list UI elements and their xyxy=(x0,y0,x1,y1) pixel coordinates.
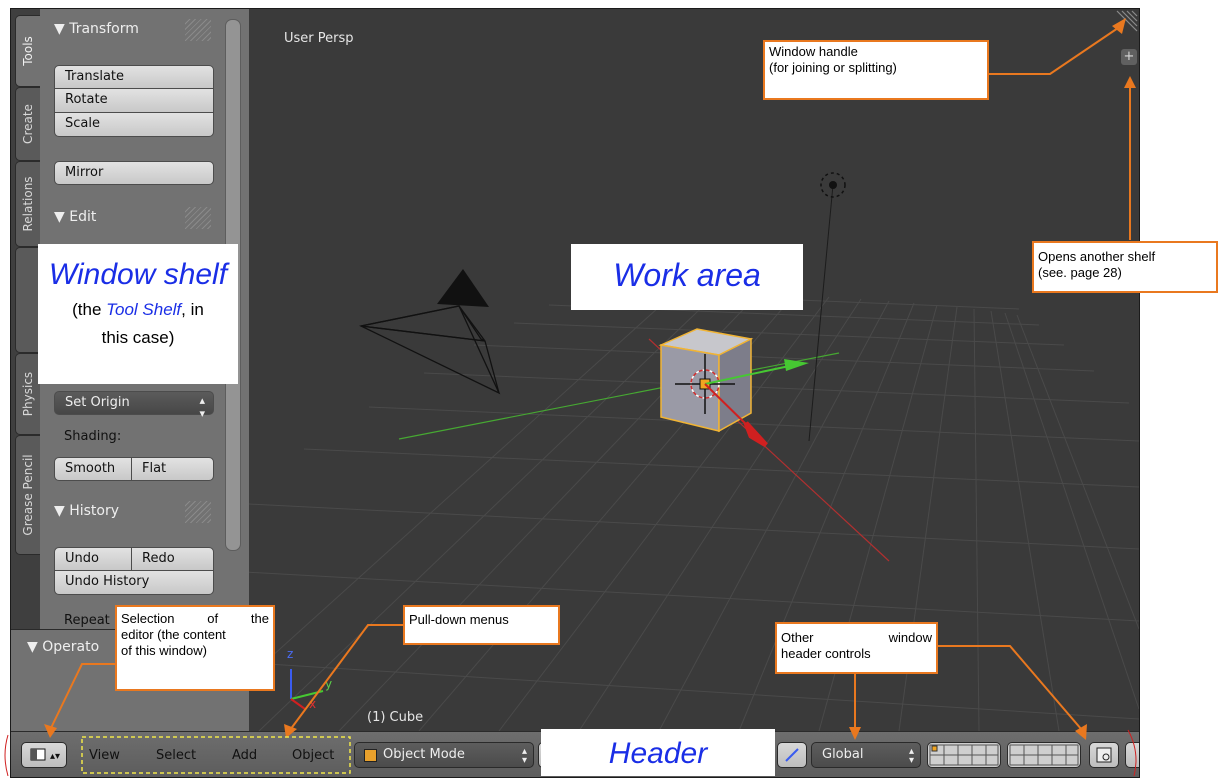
orientation-selector[interactable]: Global ▴ ▾ xyxy=(811,742,921,768)
tab-animation[interactable] xyxy=(15,247,40,353)
window-handle-grip xyxy=(1116,10,1138,32)
lock-layers-icon xyxy=(1096,747,1112,763)
window-handle-callout: Window handle (for joining or splitting) xyxy=(763,40,989,100)
layer-buttons-icon xyxy=(929,744,999,766)
lamp-line xyxy=(808,184,834,442)
set-origin-dropdown[interactable]: Set Origin ▴ ▾ xyxy=(54,391,214,420)
work-area-annotation: Work area xyxy=(571,244,803,310)
menu-select[interactable]: Select xyxy=(156,748,196,763)
manipulator-icon xyxy=(785,748,799,762)
layer-buttons-icon xyxy=(1009,744,1079,766)
y-axis-line xyxy=(398,352,840,440)
active-object-label: (1) Cube xyxy=(367,710,424,725)
editor-type-selector[interactable]: ▴▾ xyxy=(21,742,67,768)
updown-arrows-icon: ▴ ▾ xyxy=(908,746,914,766)
disclosure-triangle-icon: ▼ xyxy=(27,639,43,655)
other-controls-callout: Other window header controls xyxy=(775,622,938,674)
menu-object[interactable]: Object xyxy=(292,748,334,763)
opens-shelf-callout-line2: (see. page 28) xyxy=(1038,265,1122,280)
window-handle-callout-line1: Window handle xyxy=(769,44,858,59)
mode-selector[interactable]: Object Mode ▴ ▾ xyxy=(354,742,534,768)
window-handle-callout-line2: (for joining or splitting) xyxy=(769,60,897,75)
editor-selection-callout: Selection of the editor (the content of … xyxy=(115,605,275,691)
menu-add[interactable]: Add xyxy=(232,748,257,763)
svg-text:▴▾: ▴▾ xyxy=(50,751,60,762)
tab-physics[interactable]: Physics xyxy=(15,353,40,435)
history-panel-header[interactable]: ▼ History xyxy=(54,503,119,519)
layers-grid-2[interactable] xyxy=(1007,742,1081,768)
opens-shelf-callout-line1: Opens another shelf xyxy=(1038,249,1156,264)
lamp-icon xyxy=(829,181,837,189)
disclosure-triangle-icon: ▼ xyxy=(54,209,70,225)
edit-panel-header[interactable]: ▼ Edit xyxy=(54,209,96,225)
cube-editor-icon: ▴▾ xyxy=(30,748,60,762)
window-shelf-note: (the Tool Shelf, in this case) xyxy=(72,300,204,347)
header-annotation: Header xyxy=(541,729,775,776)
axis-z-label: z xyxy=(287,647,294,661)
3d-viewport[interactable]: User Persp (1) Cube z y x + xyxy=(249,9,1139,731)
camera-icon xyxy=(358,305,501,395)
tab-grease-pencil[interactable]: Grease Pencil xyxy=(15,435,40,555)
panel-grip-icon[interactable] xyxy=(185,207,211,229)
translate-button[interactable]: Translate xyxy=(54,65,214,89)
header-title: Header xyxy=(608,737,708,770)
object-mode-icon xyxy=(364,749,377,762)
editor-selection-line1: Selection of the xyxy=(121,611,269,626)
updown-arrows-icon: ▴ ▾ xyxy=(521,746,527,766)
open-shelf-button[interactable]: + xyxy=(1121,49,1137,65)
other-controls-line1: Other window xyxy=(781,630,932,645)
panel-grip-icon[interactable] xyxy=(185,501,211,523)
updown-arrows-icon: ▴ ▾ xyxy=(199,394,205,420)
operator-panel-header[interactable]: ▼ Operato xyxy=(27,639,99,655)
redo-button[interactable]: Redo xyxy=(131,547,214,571)
viewport-scene xyxy=(249,10,1139,731)
menu-view[interactable]: View xyxy=(89,748,120,763)
undo-button[interactable]: Undo xyxy=(54,547,132,571)
opens-shelf-callout: Opens another shelf (see. page 28) xyxy=(1032,241,1218,293)
layers-grid-1[interactable] xyxy=(927,742,1001,768)
manipulator-toggle[interactable] xyxy=(777,742,807,768)
tab-relations[interactable]: Relations xyxy=(15,161,40,247)
flat-button[interactable]: Flat xyxy=(131,457,214,481)
other-controls-line2: header controls xyxy=(781,646,871,661)
work-area-title: Work area xyxy=(613,257,761,293)
undo-history-button[interactable]: Undo History xyxy=(54,571,214,595)
smooth-button[interactable]: Smooth xyxy=(54,457,132,481)
disclosure-triangle-icon: ▼ xyxy=(54,503,70,519)
shading-label: Shading: xyxy=(64,429,122,444)
mirror-button[interactable]: Mirror xyxy=(54,161,214,185)
repeat-label: Repeat xyxy=(64,613,110,628)
disclosure-triangle-icon: ▼ xyxy=(54,21,70,37)
axis-y-label: y xyxy=(325,677,333,691)
scale-button[interactable]: Scale xyxy=(54,113,214,137)
lock-layers-button[interactable] xyxy=(1089,742,1119,768)
tool-shelf-tabs: Tools Create Relations Physics Grease Pe… xyxy=(11,9,40,629)
rotate-button[interactable]: Rotate xyxy=(54,89,214,113)
pulldown-menus-callout: Pull-down menus xyxy=(403,605,560,645)
window-shelf-title: Window shelf xyxy=(48,258,228,291)
panel-grip-icon[interactable] xyxy=(185,19,211,41)
tab-create[interactable]: Create xyxy=(15,87,40,161)
view-name: User Persp xyxy=(284,31,354,46)
window-shelf-annotation: Window shelf (the Tool Shelf, in this cas… xyxy=(38,244,238,384)
camera-up-triangle xyxy=(437,269,489,307)
transform-panel-header[interactable]: ▼ Transform xyxy=(54,21,139,37)
axis-x-label: x xyxy=(309,697,317,711)
editor-selection-line2: editor (the content xyxy=(121,627,226,642)
tab-tools[interactable]: Tools xyxy=(15,15,40,87)
x-arrow-icon xyxy=(743,421,768,448)
editor-selection-line3: of this window) xyxy=(121,643,207,658)
render-button[interactable] xyxy=(1125,742,1139,768)
